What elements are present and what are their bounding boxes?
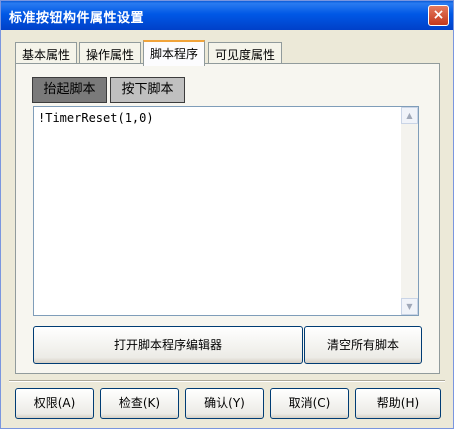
tab-script-program[interactable]: 脚本程序	[143, 40, 206, 66]
title-bar[interactable]: 标准按钮构件属性设置 ×	[1, 1, 453, 30]
scroll-down-icon[interactable]: ▼	[401, 298, 418, 315]
permission-button[interactable]: 权限(A)	[15, 388, 94, 419]
confirm-button[interactable]: 确认(Y)	[185, 388, 264, 419]
check-button[interactable]: 检查(K)	[100, 388, 179, 419]
tab-visibility-properties[interactable]: 可见度属性	[208, 42, 283, 64]
cancel-button[interactable]: 取消(C)	[270, 388, 349, 419]
script-editor[interactable]: !TimerReset(1,0) ▲ ▼	[33, 106, 419, 316]
window-title: 标准按钮构件属性设置	[9, 11, 145, 26]
clear-all-scripts-button[interactable]: 清空所有脚本	[304, 326, 422, 364]
editor-vertical-scrollbar[interactable]: ▲ ▼	[401, 107, 418, 315]
tab-basic-properties[interactable]: 基本属性	[15, 42, 78, 64]
scroll-up-icon[interactable]: ▲	[401, 107, 418, 124]
script-tab-panel: 抬起脚本 按下脚本 !TimerReset(1,0) ▲ ▼ 打开脚本程序编辑器…	[15, 63, 440, 374]
open-script-editor-button[interactable]: 打开脚本程序编辑器	[33, 326, 303, 364]
close-button[interactable]: ×	[428, 5, 449, 26]
script-code[interactable]: !TimerReset(1,0)	[38, 111, 154, 125]
subtab-press-script[interactable]: 按下脚本	[110, 77, 185, 103]
close-icon: ×	[432, 7, 445, 23]
help-button[interactable]: 帮助(H)	[355, 388, 441, 419]
subtab-release-script[interactable]: 抬起脚本	[32, 77, 107, 103]
divider	[9, 380, 445, 382]
dialog-window: 标准按钮构件属性设置 × 基本属性 操作属性 脚本程序 可见度属性 抬起脚本 按…	[0, 0, 454, 429]
tab-operation-properties[interactable]: 操作属性	[79, 42, 142, 64]
